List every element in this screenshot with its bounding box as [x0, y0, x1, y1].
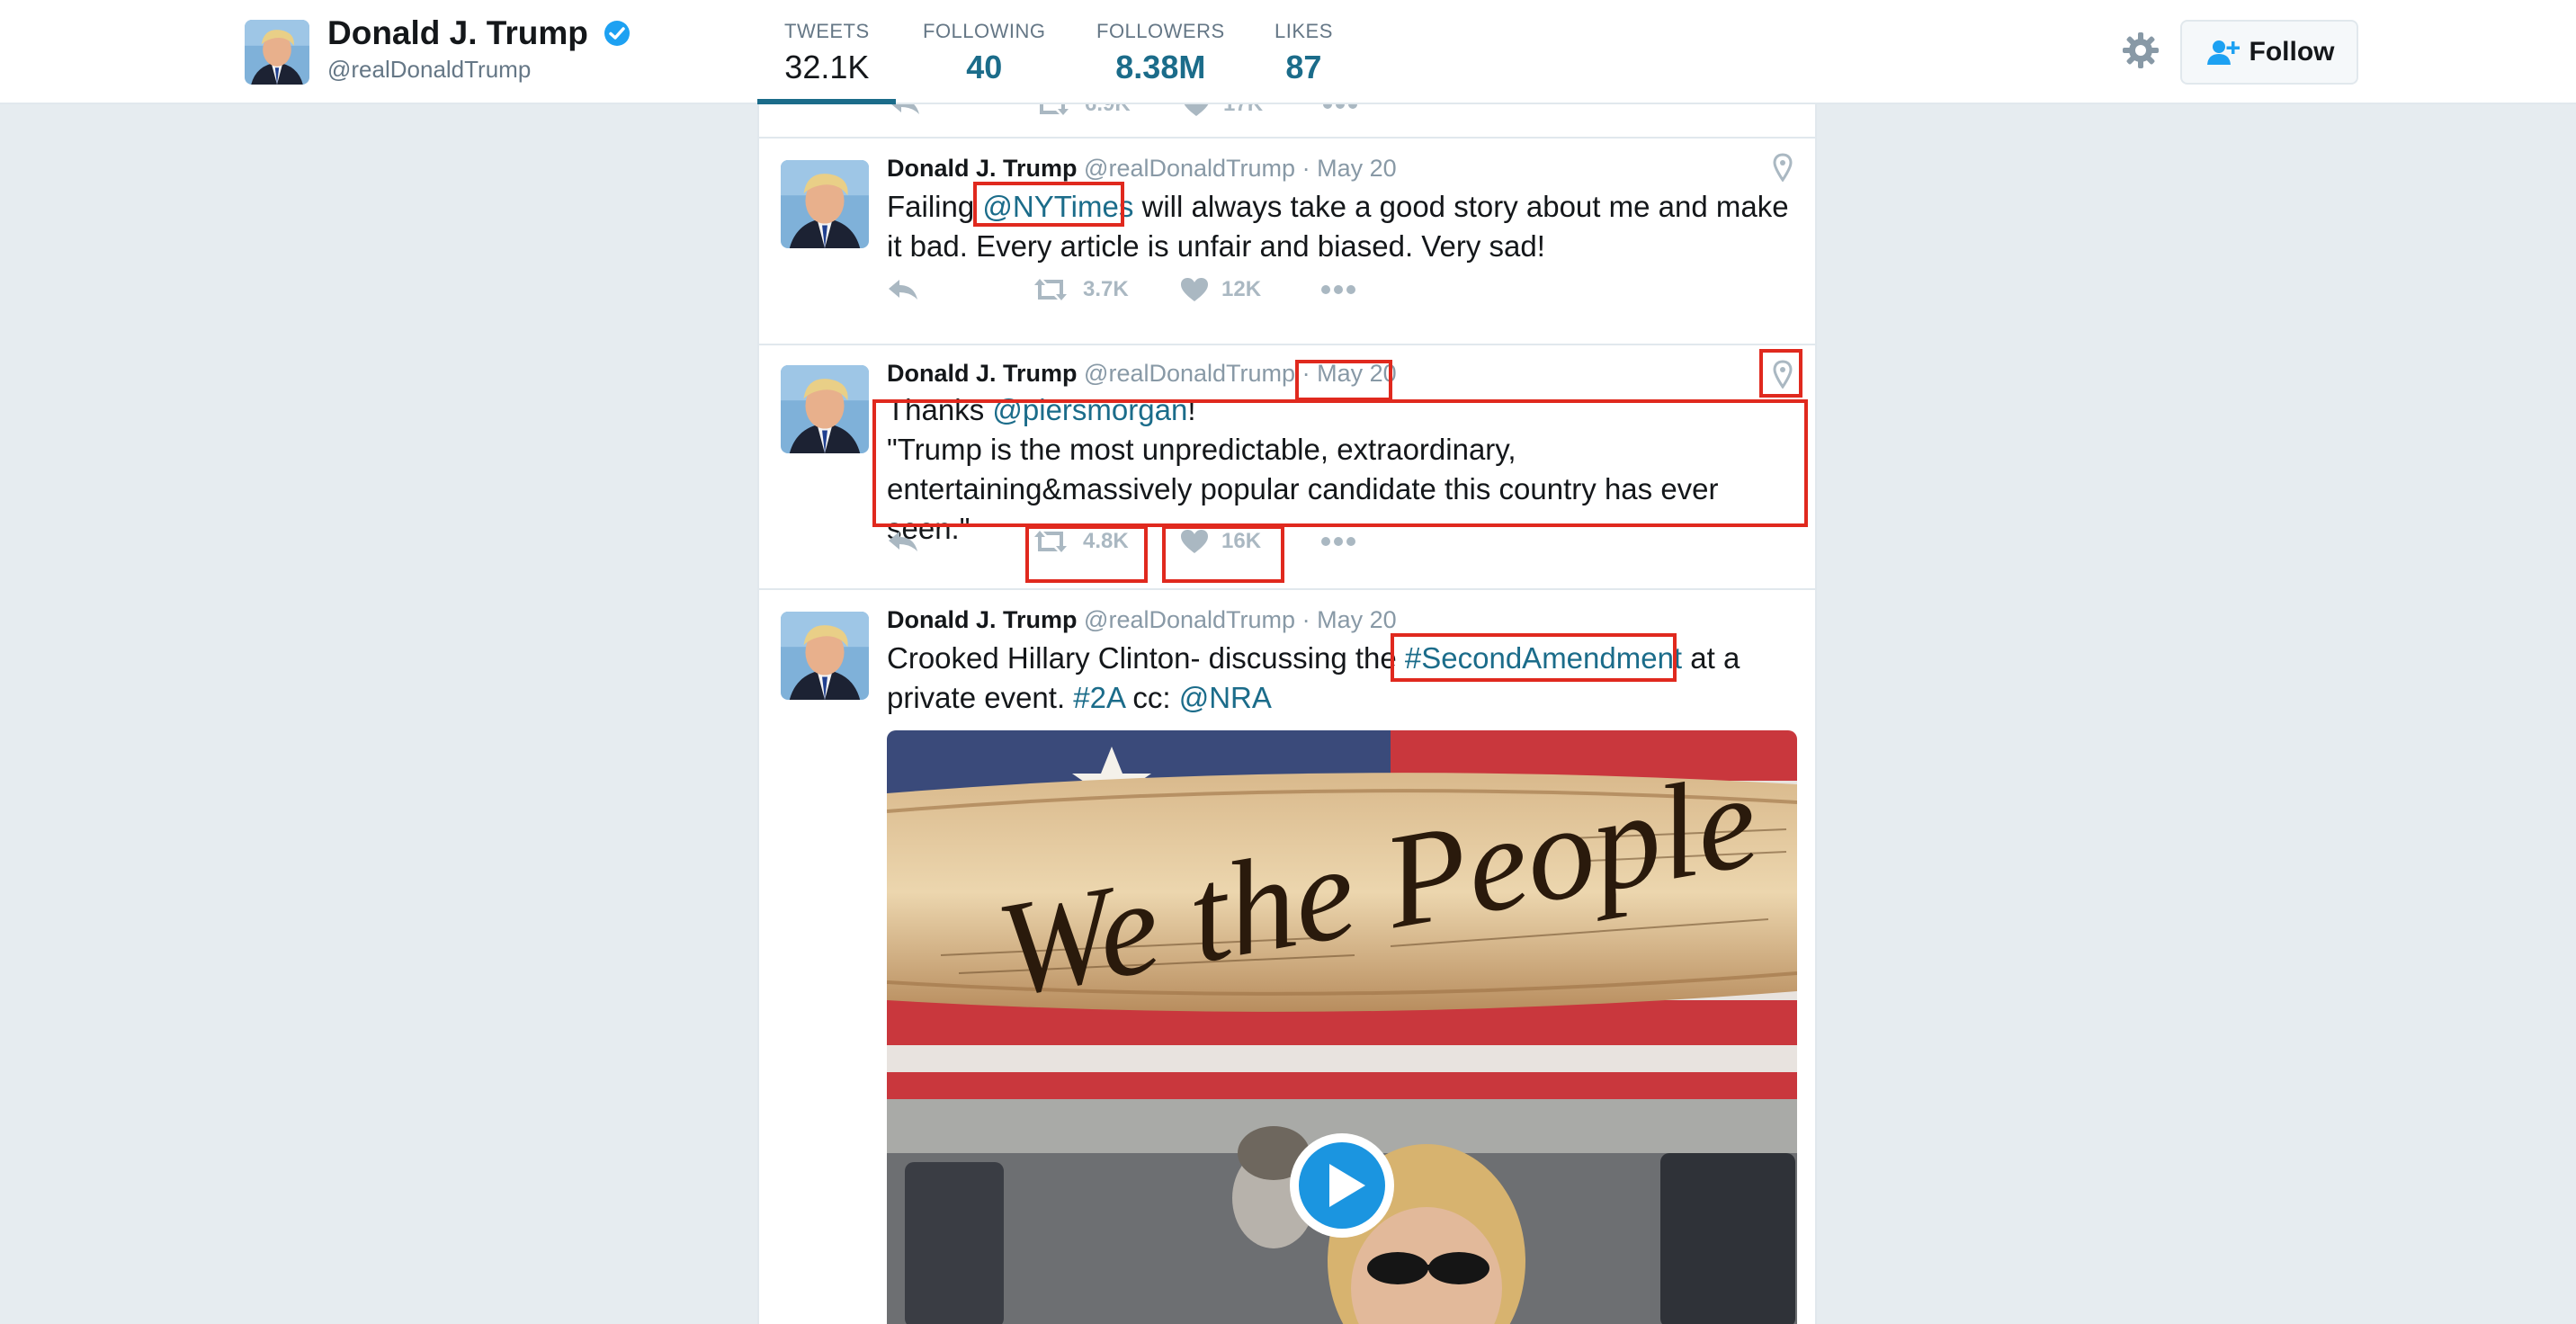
add-user-icon	[2206, 40, 2240, 65]
tweet-author-handle[interactable]: @realDonaldTrump	[1084, 360, 1295, 387]
hashtag-link[interactable]: #2A	[1073, 681, 1124, 714]
tweet-text-part: Thanks	[887, 393, 993, 426]
profile-avatar[interactable]	[245, 20, 309, 85]
profile-name-text: Donald J. Trump	[327, 14, 588, 51]
previous-tweet: 6.9K 17K	[759, 104, 1815, 139]
tweet-avatar[interactable]	[781, 365, 869, 453]
mention-link[interactable]: @NYTimes	[982, 190, 1133, 223]
nav-following-label: FOLLOWING	[923, 20, 1046, 42]
nav-followers[interactable]: FOLLOWERS 8.38M	[1096, 20, 1225, 86]
retweet-button[interactable]: 4.8K	[1031, 522, 1129, 561]
nav-tweets-count: 32.1K	[784, 49, 870, 85]
nav-followers-label: FOLLOWERS	[1096, 20, 1225, 42]
nav-tweets-label: TWEETS	[784, 20, 870, 42]
tweet-header: Donald J. Trump @realDonaldTrump · May 2…	[887, 360, 1397, 388]
nav-likes[interactable]: LIKES 87	[1275, 20, 1333, 86]
tweet-video-media[interactable]: We the People	[887, 730, 1797, 1324]
separator-dot: ·	[1301, 606, 1310, 633]
separator-dot: ·	[1301, 155, 1310, 182]
tweet-text-part: cc:	[1124, 681, 1179, 714]
location-pin-icon[interactable]	[1772, 153, 1793, 182]
retweet-icon	[1040, 104, 1069, 115]
separator-dot: ·	[1301, 360, 1310, 387]
tweet-text: Crooked Hillary Clinton- discussing the …	[887, 639, 1793, 718]
like-button[interactable]: 16K	[1180, 522, 1261, 561]
reply-button[interactable]	[887, 522, 919, 561]
tweet-timeline: 6.9K 17K Donald J. Trump	[757, 104, 1817, 1324]
retweet-count: 4.8K	[1083, 529, 1129, 553]
nav-tweets[interactable]: TWEETS 32.1K	[784, 20, 870, 86]
tweet-author-handle[interactable]: @realDonaldTrump	[1084, 155, 1295, 182]
tweet[interactable]: Donald J. Trump @realDonaldTrump · May 2…	[759, 139, 1815, 345]
mention-link[interactable]: @piersmorgan	[992, 393, 1187, 426]
retweet-count: 6.9K	[1085, 104, 1131, 117]
gear-icon[interactable]	[2121, 31, 2160, 70]
tweet-text: Failing @NYTimes will always take a good…	[887, 187, 1793, 266]
heart-icon	[1181, 278, 1208, 301]
more-button[interactable]	[1320, 522, 1356, 561]
tweet-timestamp[interactable]: May 20	[1317, 606, 1397, 633]
reply-button[interactable]	[887, 270, 919, 309]
like-count: 16K	[1221, 529, 1262, 553]
tweet-text-part: Crooked Hillary Clinton- discussing the	[887, 641, 1405, 675]
like-count: 12K	[1221, 277, 1262, 301]
profile-name[interactable]: Donald J. Trump	[327, 14, 631, 52]
more-icon	[1321, 285, 1355, 294]
follow-button-label: Follow	[2249, 37, 2335, 67]
follow-button[interactable]: Follow	[2180, 20, 2358, 85]
location-pin-icon[interactable]	[1772, 360, 1793, 389]
nav-following[interactable]: FOLLOWING 40	[923, 20, 1046, 86]
tweet-avatar[interactable]	[781, 612, 869, 700]
tweet-author-name[interactable]: Donald J. Trump	[887, 606, 1078, 633]
reply-button[interactable]	[889, 104, 921, 124]
tweet-text-line: Thanks @piersmorgan!	[887, 390, 1793, 430]
more-button[interactable]	[1320, 270, 1356, 309]
like-count: 17K	[1223, 104, 1263, 117]
nav-likes-count: 87	[1285, 49, 1322, 85]
tweet-avatar[interactable]	[781, 160, 869, 248]
like-button[interactable]: 12K	[1180, 270, 1261, 309]
nav-likes-label: LIKES	[1275, 20, 1333, 42]
more-icon	[1323, 104, 1357, 109]
hashtag-link[interactable]: #SecondAmendment	[1405, 641, 1682, 675]
tweet-header: Donald J. Trump @realDonaldTrump · May 2…	[887, 606, 1397, 634]
mention-link[interactable]: @NRA	[1179, 681, 1272, 714]
profile-handle: @realDonaldTrump	[327, 56, 532, 83]
tweet-text-part: !	[1187, 393, 1196, 426]
play-video-icon[interactable]	[1288, 1132, 1396, 1239]
tweet-timestamp[interactable]: May 20	[1317, 155, 1397, 182]
retweet-icon	[1034, 531, 1067, 552]
heart-icon	[1184, 104, 1209, 116]
tweet[interactable]: Donald J. Trump @realDonaldTrump · May 2…	[759, 345, 1815, 590]
retweet-button[interactable]: 6.9K	[1033, 104, 1131, 124]
verified-badge-icon	[604, 21, 631, 46]
heart-icon	[1181, 530, 1208, 553]
tweet-text-part: Failing	[887, 190, 983, 223]
reply-icon	[891, 104, 919, 114]
tweet-author-name[interactable]: Donald J. Trump	[887, 155, 1078, 182]
more-button[interactable]	[1322, 104, 1358, 124]
tweet-header: Donald J. Trump @realDonaldTrump · May 2…	[887, 155, 1397, 183]
nav-following-count: 40	[966, 49, 1003, 85]
profile-header-bar: Donald J. Trump @realDonaldTrump TWEETS …	[0, 0, 2576, 104]
tweet-timestamp[interactable]: May 20	[1317, 360, 1397, 387]
retweet-button[interactable]: 3.7K	[1031, 270, 1129, 309]
reply-icon	[889, 532, 917, 551]
nav-active-underline	[757, 99, 896, 104]
like-button[interactable]: 17K	[1182, 104, 1263, 124]
retweet-count: 3.7K	[1083, 277, 1129, 301]
tweet[interactable]: Donald J. Trump @realDonaldTrump · May 2…	[759, 590, 1815, 1324]
retweet-icon	[1034, 279, 1067, 300]
tweet-author-name[interactable]: Donald J. Trump	[887, 360, 1078, 387]
reply-icon	[889, 280, 917, 300]
nav-followers-count: 8.38M	[1115, 49, 1206, 85]
tweet-author-handle[interactable]: @realDonaldTrump	[1084, 606, 1295, 633]
more-icon	[1321, 537, 1355, 546]
